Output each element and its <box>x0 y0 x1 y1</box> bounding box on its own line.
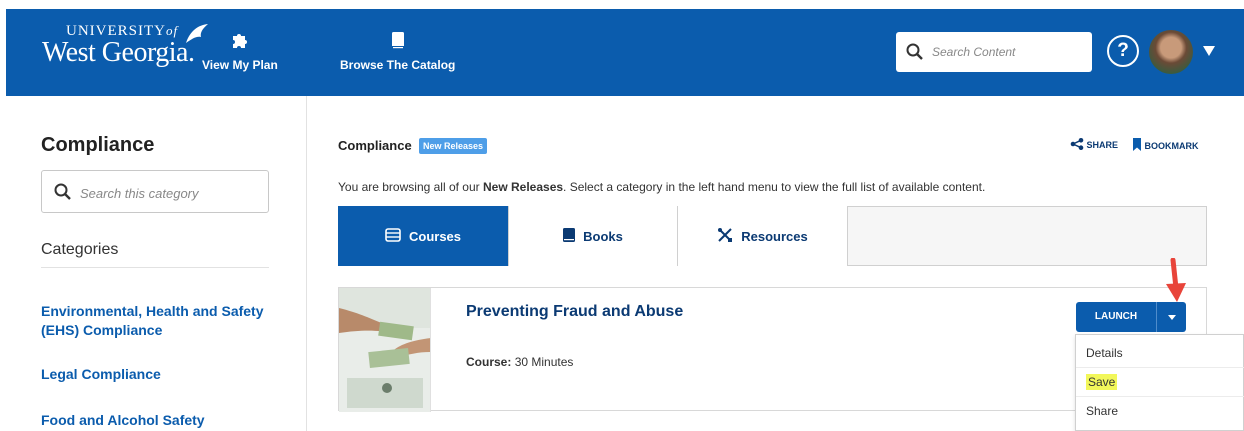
status-badge: New Releases <box>419 138 488 154</box>
help-icon[interactable]: ? <box>1107 35 1139 67</box>
search-placeholder: Search this category <box>80 186 199 201</box>
browse-text: . Select a category in the left hand men… <box>563 180 986 194</box>
tab-label: Books <box>583 228 623 244</box>
divider <box>41 267 269 268</box>
save-highlight: Save <box>1086 374 1118 390</box>
tab-courses[interactable]: Courses <box>338 206 509 266</box>
avatar[interactable] <box>1149 30 1193 74</box>
sidebar-item-food-alcohol-safety[interactable]: Food and Alcohol Safety <box>41 411 205 430</box>
nav-label: Browse The Catalog <box>340 58 456 72</box>
chevron-down-icon[interactable] <box>1203 46 1215 56</box>
menu-item-save[interactable]: Save <box>1076 368 1244 397</box>
share-icon <box>1070 138 1087 150</box>
menu-item-share[interactable]: Share <box>1076 397 1244 426</box>
browse-bold-text: New Releases <box>482 180 564 194</box>
search-content-input[interactable]: Search Content <box>896 32 1092 72</box>
course-thumbnail <box>339 288 431 412</box>
bookmark-label: BOOKMARK <box>1144 141 1199 151</box>
tab-label: Courses <box>408 228 462 244</box>
nav-label: View My Plan <box>202 58 278 72</box>
category-search-input[interactable]: Search this category <box>41 170 269 213</box>
course-duration: Course: 30 Minutes <box>466 355 573 369</box>
book-icon <box>563 227 576 245</box>
sidebar-title: Compliance <box>41 134 155 156</box>
share-label: SHARE <box>1086 140 1119 150</box>
tab-label: Resources <box>741 228 808 244</box>
page-title: Compliance <box>338 138 412 153</box>
tools-icon <box>717 227 733 246</box>
logo-line2: West Georgia. <box>42 37 195 68</box>
tab-resources[interactable]: Resources <box>678 206 848 266</box>
browse-text: You are browsing all of our <box>338 180 483 194</box>
launch-dropdown-menu: Details Save Share <box>1075 334 1244 431</box>
share-button[interactable]: SHARE <box>1070 138 1118 150</box>
browse-description: You are browsing all of our New Releases… <box>338 180 985 194</box>
book-icon <box>340 31 455 54</box>
course-meta-value: 30 Minutes <box>514 355 574 369</box>
sidebar: Compliance Search this category Categori… <box>0 96 307 431</box>
top-navbar: UNIVERSITYof West Georgia. View My Plan … <box>6 9 1244 96</box>
puzzle-icon <box>202 31 278 54</box>
content-tabs: Courses Books Resources <box>338 206 1207 266</box>
bookmark-icon <box>1132 138 1145 151</box>
sidebar-item-legal-compliance[interactable]: Legal Compliance <box>41 365 161 384</box>
course-title[interactable]: Preventing Fraud and Abuse <box>466 303 683 321</box>
launch-button[interactable]: LAUNCH <box>1076 302 1156 332</box>
tab-books[interactable]: Books <box>509 206 678 266</box>
categories-heading: Categories <box>41 241 119 258</box>
course-meta-label: Course: <box>466 355 512 369</box>
sidebar-item-ehs-compliance[interactable]: Environmental, Health and Safety (EHS) C… <box>41 302 281 340</box>
search-icon <box>906 43 924 66</box>
bookmark-button[interactable]: BOOKMARK <box>1132 138 1199 151</box>
nav-view-my-plan[interactable]: View My Plan <box>202 31 278 72</box>
courses-icon <box>385 227 401 245</box>
menu-item-details[interactable]: Details <box>1076 339 1244 368</box>
annotation-arrow-icon <box>1160 257 1190 309</box>
search-icon <box>54 183 72 206</box>
chevron-down-icon <box>1168 315 1176 320</box>
nav-browse-catalog[interactable]: Browse The Catalog <box>340 31 455 72</box>
search-placeholder: Search Content <box>932 45 1016 59</box>
